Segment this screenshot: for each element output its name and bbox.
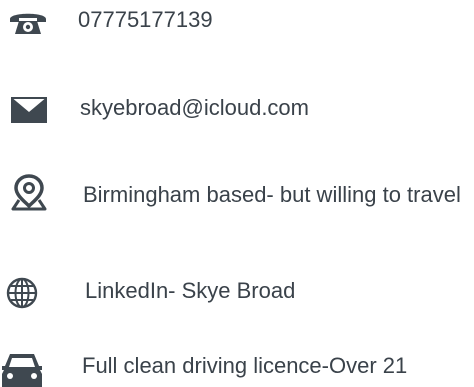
contact-details-panel: 07775177139 skyebroad@icloud.com Birming… xyxy=(0,0,474,387)
location-text: Birmingham based- but willing to travel xyxy=(83,182,461,207)
phone-number[interactable]: 07775177139 xyxy=(78,5,213,35)
linkedin-link[interactable]: LinkedIn- Skye Broad xyxy=(85,276,295,306)
envelope-icon xyxy=(11,97,47,123)
email-address[interactable]: skyebroad@icloud.com xyxy=(80,93,309,123)
car-icon xyxy=(0,350,44,387)
map-pin-icon xyxy=(11,174,47,212)
globe-icon xyxy=(5,276,39,310)
driving-licence-text: Full clean driving licence-Over 21 xyxy=(82,353,408,378)
phone-icon xyxy=(8,8,48,38)
